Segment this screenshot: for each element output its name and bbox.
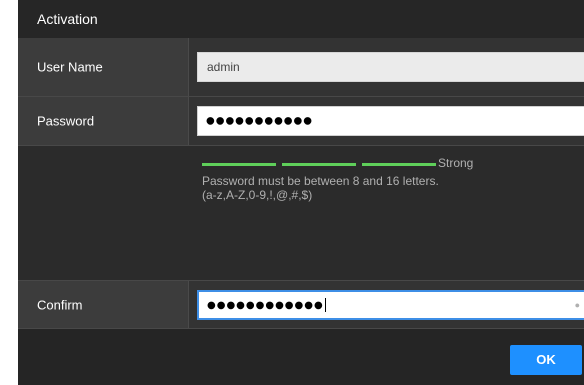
strength-bar-3 xyxy=(362,163,436,166)
strength-label: Strong xyxy=(438,156,474,170)
confirm-field[interactable]: ●●●●●●●●●●●● ● xyxy=(197,289,584,320)
strength-bar-1 xyxy=(202,163,276,166)
password-masked-value: ●●●●●●●●●●● xyxy=(206,115,313,127)
password-hint: Password must be between 8 and 16 letter… xyxy=(202,174,439,202)
show-password-icon[interactable]: ● xyxy=(575,300,580,310)
dialog-footer: OK xyxy=(18,329,584,385)
username-label: User Name xyxy=(37,59,103,75)
confirm-row: Confirm ●●●●●●●●●●●● ● xyxy=(18,280,584,329)
username-value-cell: admin xyxy=(188,38,584,96)
confirm-value-cell: ●●●●●●●●●●●● ● xyxy=(188,281,584,328)
confirm-label-cell: Confirm xyxy=(18,281,188,328)
text-caret xyxy=(324,297,326,312)
password-label-cell: Password xyxy=(18,97,188,145)
activation-dialog: Activation User Name admin Password ●●●●… xyxy=(18,0,584,385)
username-row: User Name admin xyxy=(18,38,584,97)
confirm-label: Confirm xyxy=(37,297,83,312)
dialog-title-bar: Activation xyxy=(18,0,584,38)
confirm-masked-value: ●●●●●●●●●●●● xyxy=(207,297,326,312)
password-value-cell: ●●●●●●●●●●● xyxy=(188,97,584,145)
strength-bar-2 xyxy=(282,163,356,166)
password-field[interactable]: ●●●●●●●●●●● xyxy=(197,106,584,136)
username-field[interactable]: admin xyxy=(197,52,584,82)
dialog-title: Activation xyxy=(37,11,98,27)
ok-button[interactable]: OK xyxy=(510,345,582,375)
password-label: Password xyxy=(37,113,95,129)
username-label-cell: User Name xyxy=(18,38,188,96)
password-hint-line-2: (a-z,A-Z,0-9,!,@,#,$) xyxy=(202,188,313,202)
password-row: Password ●●●●●●●●●●● xyxy=(18,97,584,146)
username-value: admin xyxy=(207,60,240,74)
password-hint-line-1: Password must be between 8 and 16 letter… xyxy=(202,174,439,188)
password-strength-area: Strong Password must be between 8 and 16… xyxy=(18,146,584,280)
confirm-dots: ●●●●●●●●●●●● xyxy=(207,299,324,311)
